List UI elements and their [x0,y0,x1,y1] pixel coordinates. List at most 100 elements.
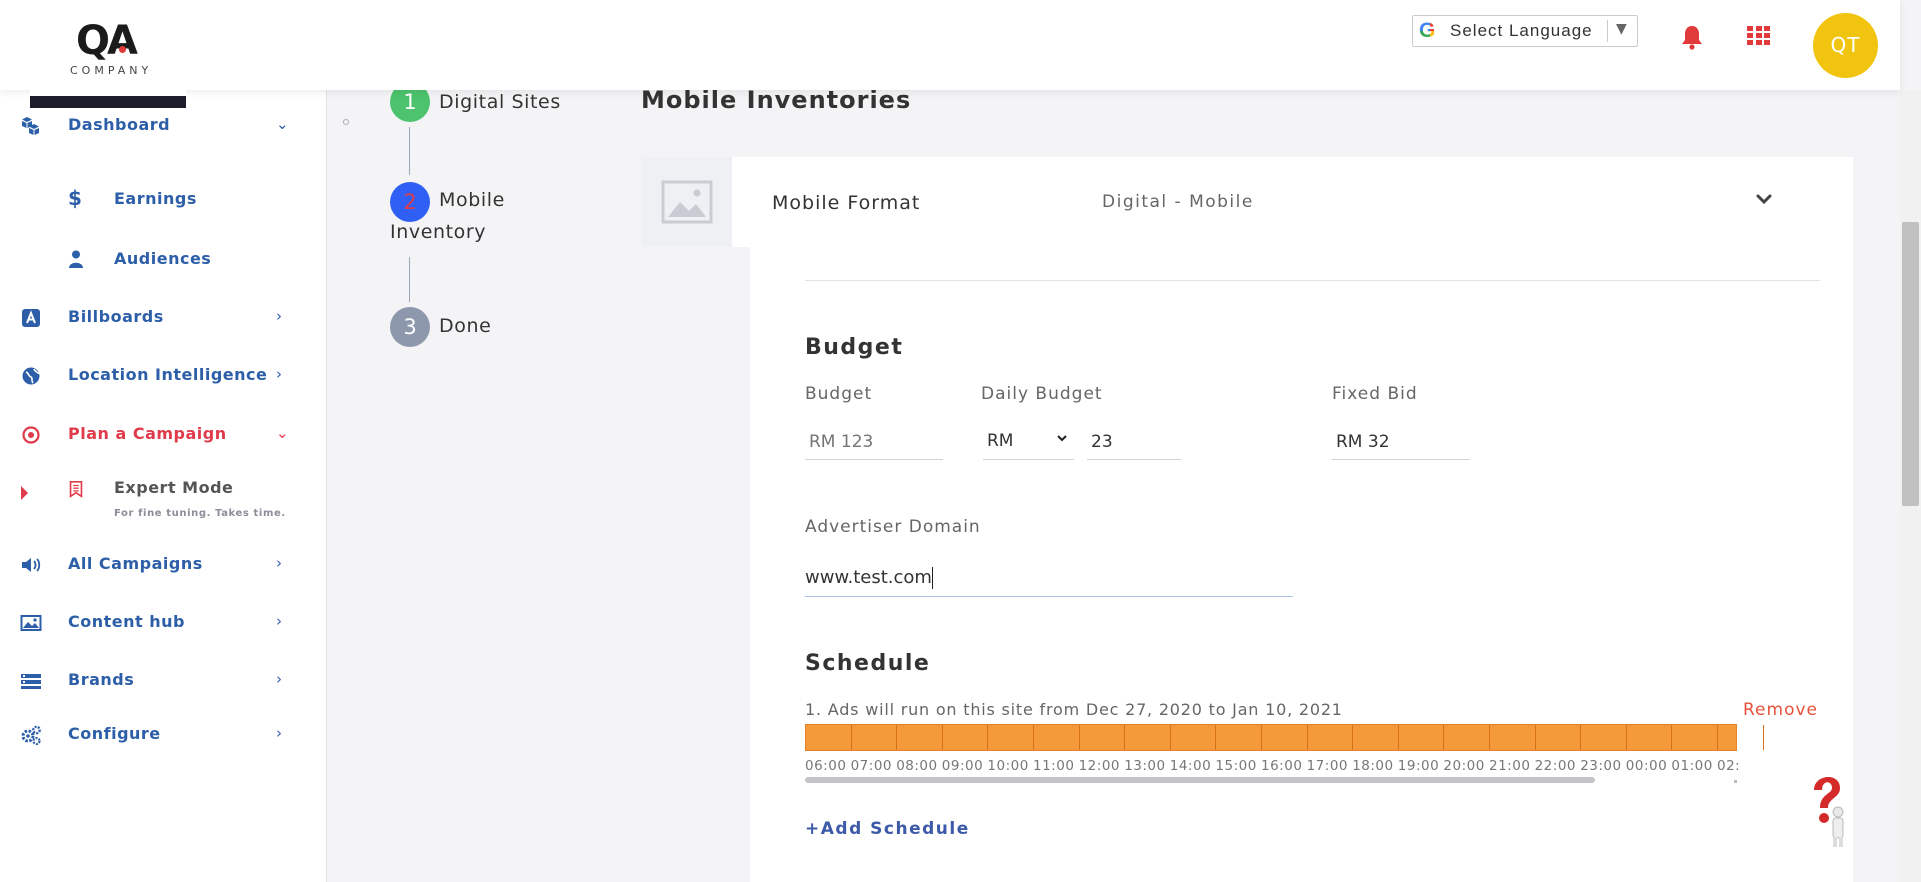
daily-budget-input[interactable] [1087,424,1181,460]
sidebar-item-configure[interactable]: Configure › [0,717,327,753]
sidebar-item-label: Earnings [114,189,197,208]
help-question-figure-icon[interactable] [1800,768,1850,848]
step-connector-line [409,127,410,175]
scrollbar-end-marker [1734,780,1737,783]
billboard-letter-a-icon [22,309,40,327]
list-icon [21,674,41,689]
fixed-bid-input[interactable] [1332,424,1470,460]
chevron-right-icon: › [276,307,282,325]
hour-cell[interactable] [1718,725,1764,750]
currency-select[interactable]: RM [983,424,1074,460]
user-avatar[interactable]: QT [1813,13,1878,78]
sidebar-item-label: Dashboard [68,115,171,134]
hour-label: 12:00 [1078,758,1120,774]
add-schedule-button[interactable]: +Add Schedule [805,819,970,839]
chevron-down-icon[interactable] [1755,192,1773,206]
sidebar-item-dashboard[interactable]: Dashboard ⌄ [0,108,327,144]
page-scrollbar-thumb[interactable] [1902,222,1919,506]
sidebar-item-brands[interactable]: Brands › [0,663,327,699]
schedule-horizontal-scrollbar[interactable] [805,777,1595,783]
hour-cell[interactable] [1216,725,1262,750]
megaphone-icon [22,558,41,572]
sidebar-item-expert-mode[interactable]: Expert Mode [114,478,233,497]
hour-cell[interactable] [1399,725,1445,750]
hour-cell[interactable] [1581,725,1627,750]
hour-label: 18:00 [1352,758,1394,774]
sidebar-item-earnings[interactable]: $ Earnings [0,183,327,217]
step-3-label[interactable]: Done [439,315,491,337]
text-cursor [932,567,933,589]
hour-cell[interactable] [1308,725,1354,750]
logo-red-dot [119,46,126,53]
dashboard-cubes-icon [22,117,39,135]
company-logo[interactable]: QA COMPANY [30,16,186,108]
step-2-label-line1[interactable]: Mobile [439,189,505,211]
hour-label: 22:00 [1534,758,1576,774]
hour-label: 21:00 [1489,758,1531,774]
hour-label: 16:00 [1261,758,1303,774]
chevron-right-icon: › [276,365,282,383]
chevron-right-icon: › [276,670,282,688]
budget-section-title: Budget [805,335,904,360]
hour-cell[interactable] [1490,725,1536,750]
sidebar-item-all-campaigns[interactable]: All Campaigns › [0,547,327,583]
apps-grid-icon[interactable] [1747,26,1770,45]
hour-cell[interactable] [1080,725,1126,750]
notification-bell-icon[interactable] [1680,24,1704,50]
hour-cell[interactable] [1672,725,1718,750]
hour-label: 11:00 [1033,758,1075,774]
language-selector[interactable]: G Select Language ▼ [1412,15,1638,47]
app-root: QA COMPANY G Select Language ▼ QT Dashbo… [0,0,1921,882]
page-title: Mobile Inventories [641,86,912,114]
sidebar-item-label: All Campaigns [68,554,203,573]
format-type: Digital - Mobile [1102,192,1254,212]
budget-input[interactable] [805,424,943,460]
hour-cell[interactable] [1171,725,1217,750]
advertiser-domain-input[interactable]: www.test.com [805,559,1293,597]
inventory-card-header[interactable]: Mobile Format Digital - Mobile [641,157,1853,247]
hour-cell[interactable] [852,725,898,750]
step-3-circle[interactable]: 3 [390,307,430,347]
hour-label: 23:00 [1580,758,1622,774]
hour-label: 15:00 [1215,758,1257,774]
hour-label: 08:00 [896,758,938,774]
hour-cell[interactable] [1536,725,1582,750]
sidebar-item-label: Location Intelligence [68,365,268,384]
step-2-circle[interactable]: 2 [390,182,430,222]
sidebar-item-location-intelligence[interactable]: Location Intelligence › [0,358,327,394]
hour-cell[interactable] [897,725,943,750]
step-2-label-line2[interactable]: Inventory [390,221,486,243]
sidebar-item-billboards[interactable]: Billboards › [0,300,327,336]
sidebar-item-audiences[interactable]: Audiences [0,243,327,277]
language-caret-icon: ▼ [1616,21,1627,37]
logo-mark: QA [76,18,138,64]
schedule-hour-strip[interactable] [805,724,1764,751]
step-1-label[interactable]: Digital Sites [439,91,561,113]
chevron-right-icon: › [276,724,282,742]
format-name: Mobile Format [772,192,921,214]
sidebar-item-content-hub[interactable]: Content hub › [0,605,327,641]
chevron-right-icon: › [276,554,282,572]
remove-schedule-link[interactable]: Remove [1743,700,1818,720]
sidebar-item-plan-a-campaign[interactable]: Plan a Campaign ⌄ [0,417,327,453]
chevron-down-icon [1057,435,1067,442]
schedule-section-title: Schedule [805,651,931,676]
hour-cell[interactable] [988,725,1034,750]
hour-cell[interactable] [1125,725,1171,750]
hour-cell[interactable] [943,725,989,750]
advertiser-domain-label: Advertiser Domain [805,517,981,537]
hour-cell[interactable] [1444,725,1490,750]
chevron-down-icon: ⌄ [276,424,289,442]
hour-cell[interactable] [1034,725,1080,750]
sidebar-item-label: Billboards [68,307,164,326]
google-g-icon: G [1419,20,1441,42]
sidebar-item-label: Content hub [68,612,185,631]
expert-mode-subtitle: For fine tuning. Takes time. [114,508,286,519]
hour-cell[interactable] [1627,725,1673,750]
active-caret-icon [21,486,28,500]
inventory-thumbnail [641,157,732,247]
hour-cell[interactable] [1353,725,1399,750]
hour-cell[interactable] [1262,725,1308,750]
hour-cell[interactable] [806,725,852,750]
hour-label: 14:00 [1169,758,1212,774]
